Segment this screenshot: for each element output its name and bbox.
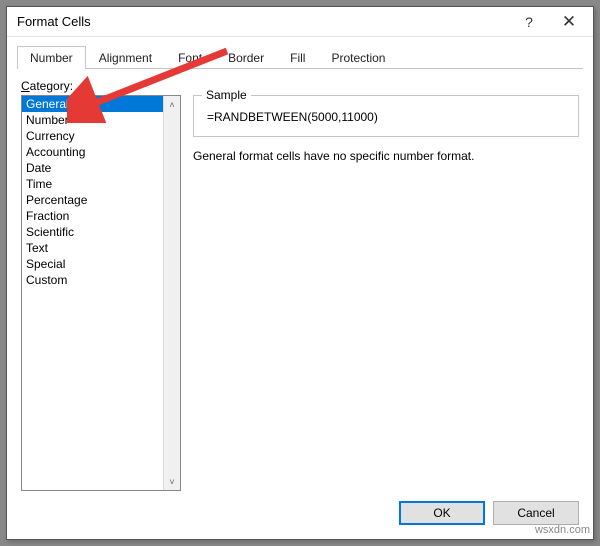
tab-alignment[interactable]: Alignment xyxy=(86,46,165,69)
list-item[interactable]: General xyxy=(22,96,180,112)
help-button[interactable]: ? xyxy=(509,8,549,36)
list-item[interactable]: Date xyxy=(22,160,180,176)
sample-fieldset: Sample =RANDBETWEEN(5000,11000) xyxy=(193,95,579,137)
list-item[interactable]: Text xyxy=(22,240,180,256)
sample-value: =RANDBETWEEN(5000,11000) xyxy=(202,106,570,128)
close-button[interactable]: ✕ xyxy=(549,8,589,36)
format-cells-dialog: Format Cells ? ✕ Number Alignment Font B… xyxy=(6,6,594,540)
cancel-button[interactable]: Cancel xyxy=(493,501,579,525)
scrollbar[interactable]: ˄ ˅ xyxy=(163,96,180,490)
scroll-down-icon[interactable]: ˅ xyxy=(164,473,180,490)
tab-protection[interactable]: Protection xyxy=(318,46,398,69)
help-icon: ? xyxy=(525,14,533,30)
category-column: Category: General Number Currency Accoun… xyxy=(21,79,181,491)
tab-font[interactable]: Font xyxy=(165,46,215,69)
button-row: OK Cancel xyxy=(7,491,593,539)
details-column: Sample =RANDBETWEEN(5000,11000) General … xyxy=(193,79,579,491)
scroll-up-icon[interactable]: ˄ xyxy=(164,96,180,113)
list-item[interactable]: Time xyxy=(22,176,180,192)
tab-border[interactable]: Border xyxy=(215,46,277,69)
list-item[interactable]: Fraction xyxy=(22,208,180,224)
close-icon: ✕ xyxy=(562,12,576,32)
list-item[interactable]: Currency xyxy=(22,128,180,144)
list-item[interactable]: Number xyxy=(22,112,180,128)
category-label: Category: xyxy=(21,79,181,93)
window-title: Format Cells xyxy=(17,14,509,29)
sample-legend: Sample xyxy=(202,88,251,102)
ok-button[interactable]: OK xyxy=(399,501,485,525)
format-description: General format cells have no specific nu… xyxy=(193,149,579,163)
list-item[interactable]: Accounting xyxy=(22,144,180,160)
list-item[interactable]: Percentage xyxy=(22,192,180,208)
list-item[interactable]: Scientific xyxy=(22,224,180,240)
list-item[interactable]: Custom xyxy=(22,272,180,288)
category-listbox[interactable]: General Number Currency Accounting Date … xyxy=(21,95,181,491)
tab-fill[interactable]: Fill xyxy=(277,46,318,69)
titlebar: Format Cells ? ✕ xyxy=(7,7,593,37)
tab-number[interactable]: Number xyxy=(17,46,86,69)
list-item[interactable]: Special xyxy=(22,256,180,272)
content-area: Category: General Number Currency Accoun… xyxy=(7,69,593,491)
tab-strip: Number Alignment Font Border Fill Protec… xyxy=(7,37,593,69)
category-list-items: General Number Currency Accounting Date … xyxy=(22,96,180,490)
